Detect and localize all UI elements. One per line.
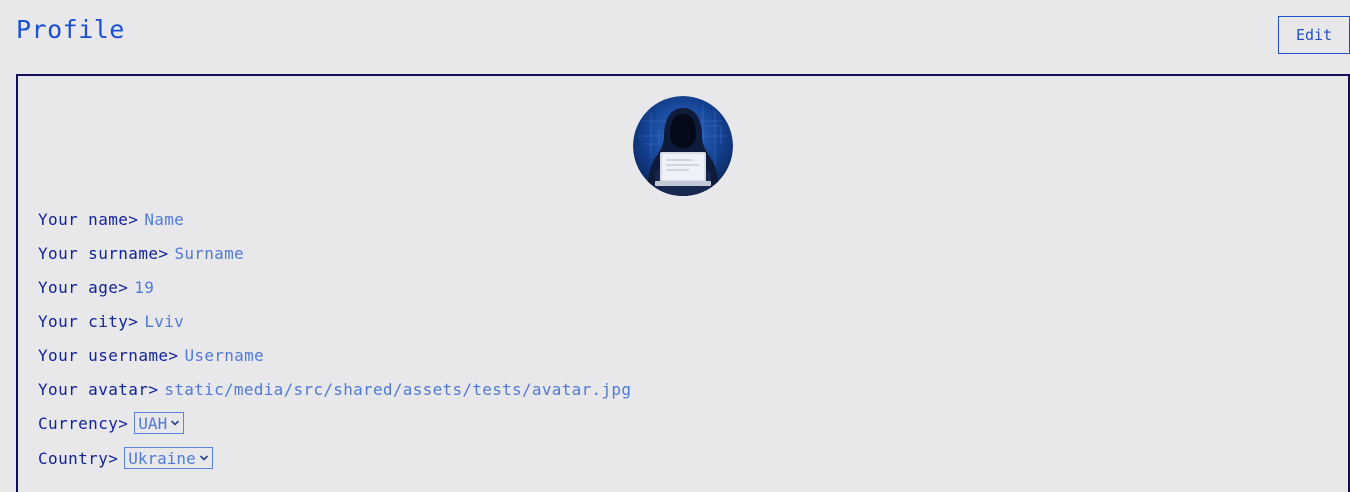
city-label: Your city>: [38, 311, 139, 331]
city-row: Your city> Lviv: [38, 309, 184, 333]
country-row: Country> Ukraine: [38, 446, 213, 470]
chevron-down-icon: [171, 420, 180, 426]
page-title: Profile: [16, 15, 125, 44]
name-label: Your name>: [38, 209, 139, 229]
profile-card: Your name> Name Your surname> Surname Yo…: [16, 74, 1350, 492]
country-label: Country>: [38, 448, 119, 468]
username-value: Username: [184, 345, 264, 365]
currency-label: Currency>: [38, 413, 129, 433]
age-label: Your age>: [38, 277, 129, 297]
username-row: Your username> Username: [38, 343, 264, 367]
country-selected-value: Ukraine: [128, 448, 196, 468]
surname-label: Your surname>: [38, 243, 169, 263]
chevron-down-icon: [199, 455, 208, 461]
avatar: [633, 96, 733, 196]
currency-row: Currency> UAH: [38, 411, 185, 435]
surname-value: Surname: [174, 243, 244, 263]
avatar-path-label: Your avatar>: [38, 379, 159, 399]
edit-button[interactable]: Edit: [1278, 16, 1350, 54]
age-value: 19: [134, 277, 155, 297]
avatar-path-value: static/media/src/shared/assets/tests/ava…: [164, 379, 632, 399]
country-select[interactable]: Ukraine: [124, 447, 213, 469]
city-value: Lviv: [144, 311, 185, 331]
currency-selected-value: UAH: [138, 413, 168, 433]
name-value: Name: [144, 209, 185, 229]
surname-row: Your surname> Surname: [38, 241, 244, 265]
currency-select[interactable]: UAH: [134, 412, 185, 434]
username-label: Your username>: [38, 345, 179, 365]
avatar-path-row: Your avatar> static/media/src/shared/ass…: [38, 377, 631, 401]
name-row: Your name> Name: [38, 207, 184, 231]
hooded-hacker-avatar-icon: [633, 96, 733, 196]
age-row: Your age> 19: [38, 275, 154, 299]
